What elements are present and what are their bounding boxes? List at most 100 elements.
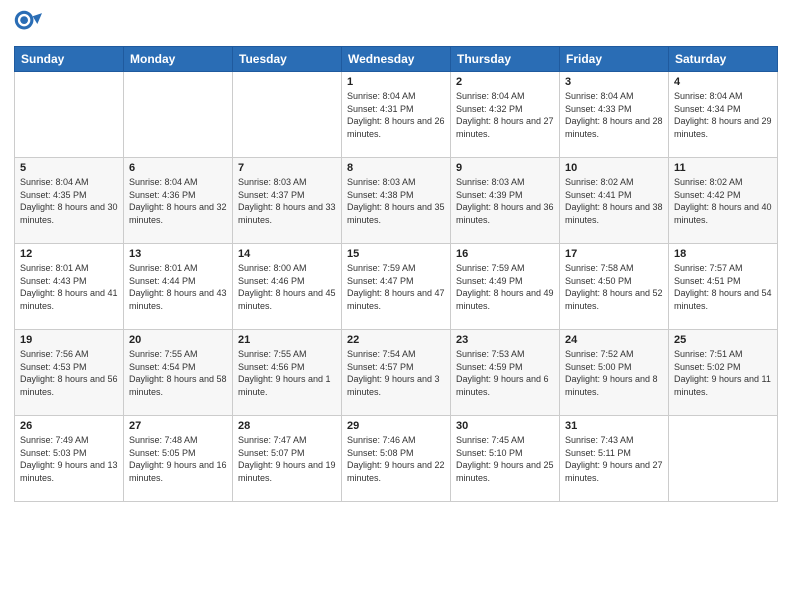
calendar-weekday: Sunday (15, 47, 124, 72)
calendar-day-cell: 16 Sunrise: 7:59 AM Sunset: 4:49 PM Dayli… (451, 244, 560, 330)
calendar-day-cell: 31 Sunrise: 7:43 AM Sunset: 5:11 PM Dayli… (560, 416, 669, 502)
day-number: 24 (565, 334, 663, 346)
calendar-day-cell (15, 72, 124, 158)
calendar-day-cell: 7 Sunrise: 8:03 AM Sunset: 4:37 PM Daylig… (233, 158, 342, 244)
day-info: Sunrise: 7:57 AM Sunset: 4:51 PM Dayligh… (674, 262, 772, 312)
day-info: Sunrise: 8:02 AM Sunset: 4:42 PM Dayligh… (674, 176, 772, 226)
day-info: Sunrise: 8:04 AM Sunset: 4:31 PM Dayligh… (347, 90, 445, 140)
calendar-day-cell: 21 Sunrise: 7:55 AM Sunset: 4:56 PM Dayli… (233, 330, 342, 416)
day-info: Sunrise: 8:00 AM Sunset: 4:46 PM Dayligh… (238, 262, 336, 312)
logo-icon (14, 10, 42, 38)
day-number: 17 (565, 248, 663, 260)
calendar-day-cell: 13Sunrise: 8:01 AM Sunset: 4:44 PM Dayli… (124, 244, 233, 330)
day-info: Sunrise: 7:53 AM Sunset: 4:59 PM Dayligh… (456, 348, 554, 398)
calendar-day-cell: 14 Sunrise: 8:00 AM Sunset: 4:46 PM Dayli… (233, 244, 342, 330)
day-info: Sunrise: 8:04 AM Sunset: 4:36 PM Dayligh… (129, 176, 227, 226)
day-info: Sunrise: 7:58 AM Sunset: 4:50 PM Dayligh… (565, 262, 663, 312)
day-number: 23 (456, 334, 554, 346)
calendar-day-cell: 25 Sunrise: 7:51 AM Sunset: 5:02 PM Dayli… (669, 330, 778, 416)
calendar-week-row: 12Sunrise: 8:01 AM Sunset: 4:43 PM Dayli… (15, 244, 778, 330)
day-number: 13 (129, 248, 227, 260)
calendar-day-cell: 29Sunrise: 7:46 AM Sunset: 5:08 PM Dayli… (342, 416, 451, 502)
day-info: Sunrise: 8:04 AM Sunset: 4:33 PM Dayligh… (565, 90, 663, 140)
day-info: Sunrise: 8:02 AM Sunset: 4:41 PM Dayligh… (565, 176, 663, 226)
calendar-day-cell: 30 Sunrise: 7:45 AM Sunset: 5:10 PM Dayli… (451, 416, 560, 502)
day-number: 5 (20, 162, 118, 174)
calendar-week-row: 5 Sunrise: 8:04 AM Sunset: 4:35 PM Daylig… (15, 158, 778, 244)
calendar-day-cell: 27 Sunrise: 7:48 AM Sunset: 5:05 PM Dayli… (124, 416, 233, 502)
day-info: Sunrise: 7:43 AM Sunset: 5:11 PM Dayligh… (565, 434, 663, 484)
calendar-weekday: Thursday (451, 47, 560, 72)
day-number: 7 (238, 162, 336, 174)
day-number: 1 (347, 76, 445, 88)
day-number: 27 (129, 420, 227, 432)
calendar-day-cell (233, 72, 342, 158)
calendar-day-cell: 20 Sunrise: 7:55 AM Sunset: 4:54 PM Dayli… (124, 330, 233, 416)
day-info: Sunrise: 7:59 AM Sunset: 4:47 PM Dayligh… (347, 262, 445, 312)
calendar-day-cell: 6 Sunrise: 8:04 AM Sunset: 4:36 PM Daylig… (124, 158, 233, 244)
calendar-day-cell: 26 Sunrise: 7:49 AM Sunset: 5:03 PM Dayli… (15, 416, 124, 502)
calendar-week-row: 19Sunrise: 7:56 AM Sunset: 4:53 PM Dayli… (15, 330, 778, 416)
day-info: Sunrise: 8:03 AM Sunset: 4:39 PM Dayligh… (456, 176, 554, 226)
day-info: Sunrise: 8:03 AM Sunset: 4:37 PM Dayligh… (238, 176, 336, 226)
calendar-week-row: 26 Sunrise: 7:49 AM Sunset: 5:03 PM Dayli… (15, 416, 778, 502)
calendar-day-cell: 17 Sunrise: 7:58 AM Sunset: 4:50 PM Dayli… (560, 244, 669, 330)
day-info: Sunrise: 7:54 AM Sunset: 4:57 PM Dayligh… (347, 348, 445, 398)
day-number: 3 (565, 76, 663, 88)
calendar-day-cell (124, 72, 233, 158)
day-number: 20 (129, 334, 227, 346)
day-info: Sunrise: 7:59 AM Sunset: 4:49 PM Dayligh… (456, 262, 554, 312)
calendar-day-cell (669, 416, 778, 502)
day-info: Sunrise: 7:52 AM Sunset: 5:00 PM Dayligh… (565, 348, 663, 398)
day-number: 9 (456, 162, 554, 174)
calendar-day-cell: 10 Sunrise: 8:02 AM Sunset: 4:41 PM Dayli… (560, 158, 669, 244)
page: SundayMondayTuesdayWednesdayThursdayFrid… (0, 0, 792, 612)
calendar-weekday: Monday (124, 47, 233, 72)
calendar-day-cell: 1 Sunrise: 8:04 AM Sunset: 4:31 PM Daylig… (342, 72, 451, 158)
day-info: Sunrise: 7:46 AM Sunset: 5:08 PM Dayligh… (347, 434, 445, 484)
calendar-table: SundayMondayTuesdayWednesdayThursdayFrid… (14, 46, 778, 502)
day-info: Sunrise: 7:49 AM Sunset: 5:03 PM Dayligh… (20, 434, 118, 484)
calendar-day-cell: 4Sunrise: 8:04 AM Sunset: 4:34 PM Daylig… (669, 72, 778, 158)
day-number: 16 (456, 248, 554, 260)
day-number: 10 (565, 162, 663, 174)
day-number: 6 (129, 162, 227, 174)
day-number: 21 (238, 334, 336, 346)
calendar-day-cell: 23 Sunrise: 7:53 AM Sunset: 4:59 PM Dayli… (451, 330, 560, 416)
calendar-weekday: Wednesday (342, 47, 451, 72)
calendar-day-cell: 19Sunrise: 7:56 AM Sunset: 4:53 PM Dayli… (15, 330, 124, 416)
day-number: 26 (20, 420, 118, 432)
calendar-day-cell: 11 Sunrise: 8:02 AM Sunset: 4:42 PM Dayli… (669, 158, 778, 244)
day-number: 25 (674, 334, 772, 346)
day-info: Sunrise: 7:55 AM Sunset: 4:54 PM Dayligh… (129, 348, 227, 398)
day-number: 31 (565, 420, 663, 432)
calendar-day-cell: 12Sunrise: 8:01 AM Sunset: 4:43 PM Dayli… (15, 244, 124, 330)
day-info: Sunrise: 7:48 AM Sunset: 5:05 PM Dayligh… (129, 434, 227, 484)
day-info: Sunrise: 7:47 AM Sunset: 5:07 PM Dayligh… (238, 434, 336, 484)
day-info: Sunrise: 7:45 AM Sunset: 5:10 PM Dayligh… (456, 434, 554, 484)
calendar-weekday: Friday (560, 47, 669, 72)
day-number: 18 (674, 248, 772, 260)
day-number: 8 (347, 162, 445, 174)
calendar-day-cell: 8Sunrise: 8:03 AM Sunset: 4:38 PM Daylig… (342, 158, 451, 244)
day-number: 2 (456, 76, 554, 88)
calendar-day-cell: 22 Sunrise: 7:54 AM Sunset: 4:57 PM Dayli… (342, 330, 451, 416)
calendar-header-row: SundayMondayTuesdayWednesdayThursdayFrid… (15, 47, 778, 72)
day-info: Sunrise: 8:01 AM Sunset: 4:43 PM Dayligh… (20, 262, 118, 312)
day-number: 22 (347, 334, 445, 346)
day-number: 11 (674, 162, 772, 174)
day-info: Sunrise: 8:04 AM Sunset: 4:35 PM Dayligh… (20, 176, 118, 226)
day-number: 15 (347, 248, 445, 260)
day-info: Sunrise: 7:55 AM Sunset: 4:56 PM Dayligh… (238, 348, 336, 398)
day-info: Sunrise: 8:04 AM Sunset: 4:32 PM Dayligh… (456, 90, 554, 140)
calendar-day-cell: 3 Sunrise: 8:04 AM Sunset: 4:33 PM Daylig… (560, 72, 669, 158)
day-number: 4 (674, 76, 772, 88)
logo (14, 10, 44, 38)
calendar-day-cell: 15 Sunrise: 7:59 AM Sunset: 4:47 PM Dayli… (342, 244, 451, 330)
day-info: Sunrise: 7:51 AM Sunset: 5:02 PM Dayligh… (674, 348, 772, 398)
day-number: 14 (238, 248, 336, 260)
day-number: 30 (456, 420, 554, 432)
calendar-day-cell: 18 Sunrise: 7:57 AM Sunset: 4:51 PM Dayli… (669, 244, 778, 330)
calendar-day-cell: 5 Sunrise: 8:04 AM Sunset: 4:35 PM Daylig… (15, 158, 124, 244)
day-number: 19 (20, 334, 118, 346)
